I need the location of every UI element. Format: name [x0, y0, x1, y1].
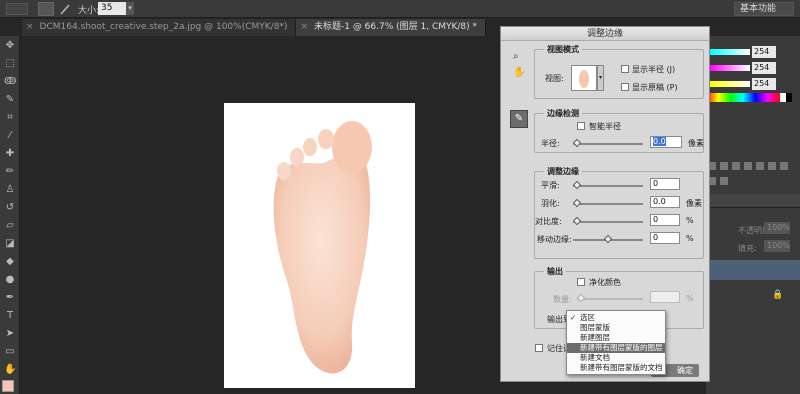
dodge-tool-icon[interactable]: ● [4, 274, 16, 286]
path-select-tool-icon[interactable]: ➤ [4, 328, 16, 340]
options-bar: 大小: 35 ▾ 基本功能 [0, 0, 800, 18]
history-brush-icon[interactable]: ↺ [4, 202, 16, 214]
output-to-dropdown-menu: ✓ 选区 图层蒙版 新建图层 新建带有图层蒙版的图层 新建文档 新建带有图层蒙版的… [566, 310, 666, 375]
smart-radius-label: 智能半径 [589, 122, 621, 131]
menu-item-new-layer[interactable]: 新建图层 [567, 333, 665, 343]
amount-label: 数量: [553, 295, 572, 304]
adjustment-icons[interactable] [706, 160, 800, 185]
output-title: 输出 [544, 266, 566, 277]
black-swatch[interactable] [786, 93, 792, 102]
checkmark-icon: ✓ [570, 313, 577, 322]
menu-item-new-document[interactable]: 新建文档 [567, 353, 665, 363]
lasso-tool-icon[interactable]: ↂ [4, 76, 16, 88]
feather-slider-track[interactable] [573, 203, 643, 205]
amount-unit: % [686, 294, 694, 303]
contrast-slider-track[interactable] [573, 221, 643, 223]
stamp-tool-icon[interactable]: ♙ [4, 184, 16, 196]
radius-label: 半径: [541, 139, 560, 148]
eraser-tool-icon[interactable]: ▱ [4, 220, 16, 232]
contrast-label: 对比度: [535, 217, 562, 226]
decontaminate-checkbox[interactable] [577, 278, 585, 286]
quick-select-tool-icon[interactable]: ✎ [4, 94, 16, 106]
contrast-unit: % [686, 216, 694, 225]
document-tabs: × DCM164.shoot_creative.step_2a.jpg @ 100… [22, 19, 487, 36]
hand-icon[interactable]: ✋ [513, 67, 525, 79]
layer-row-selected[interactable] [706, 260, 800, 280]
chevron-down-icon[interactable]: ▾ [597, 65, 604, 91]
eyedropper-tool-icon[interactable]: ⁄ [4, 130, 16, 142]
size-label: 大小: [78, 6, 100, 16]
smart-radius-checkbox[interactable] [577, 122, 585, 130]
close-icon[interactable]: × [26, 22, 34, 32]
smooth-slider-track[interactable] [573, 185, 643, 187]
adjust-edge-title: 调整边缘 [544, 166, 582, 177]
size-input[interactable]: 35 [98, 2, 126, 15]
erase-refinement-icon[interactable] [58, 2, 72, 16]
feather-input[interactable]: 0.0 [650, 196, 680, 208]
foreground-color-swatch[interactable] [2, 380, 14, 392]
show-radius-label: 显示半径 (J) [632, 65, 676, 74]
close-icon[interactable]: × [300, 22, 308, 32]
tab-dcm164[interactable]: × DCM164.shoot_creative.step_2a.jpg @ 100… [22, 19, 297, 36]
opacity-input[interactable]: 100% [764, 222, 790, 234]
brush-tool-icon[interactable]: ✏ [4, 166, 16, 178]
view-mode-title: 视图模式 [544, 44, 582, 55]
smooth-input[interactable]: 0 [650, 178, 680, 190]
move-tool-icon[interactable]: ✥ [4, 40, 16, 52]
show-original-checkbox[interactable] [621, 83, 629, 91]
shift-edge-input[interactable]: 0 [650, 232, 680, 244]
tool-preset-picker[interactable] [6, 3, 28, 15]
feather-unit: 像素 [686, 199, 702, 208]
document-canvas[interactable] [224, 103, 415, 388]
remember-settings-checkbox[interactable] [535, 344, 543, 352]
color-slider-m[interactable]: 254 [706, 62, 800, 74]
fill-input[interactable]: 100% [764, 240, 790, 252]
blur-tool-icon[interactable]: ◆ [4, 256, 16, 268]
menu-item-layer-mask[interactable]: 图层蒙版 [567, 323, 665, 333]
radius-input[interactable]: 0.0 [650, 136, 682, 148]
lock-icon: 🔒 [772, 290, 784, 300]
tools-panel: ✥ ⬚ ↂ ✎ ⌗ ⁄ ✚ ✏ ♙ ↺ ▱ ◪ ◆ ● ✒ T ➤ ▭ ✋ ⌕ [0, 36, 20, 394]
marquee-tool-icon[interactable]: ⬚ [4, 58, 16, 70]
healing-tool-icon[interactable]: ✚ [4, 148, 16, 160]
edge-detection-title: 边缘检测 [544, 108, 582, 119]
brush-tool-icon[interactable] [38, 2, 54, 16]
layers-panel-header [706, 194, 800, 208]
shift-edge-label: 移动边缘: [537, 235, 572, 244]
decontaminate-label: 净化颜色 [589, 278, 621, 287]
fill-label: 填充: [738, 244, 757, 253]
show-radius-checkbox[interactable] [621, 65, 629, 73]
shift-edge-unit: % [686, 234, 694, 243]
zoom-icon[interactable]: ⌕ [513, 51, 525, 63]
radius-slider-track[interactable] [573, 143, 643, 145]
radius-unit: 像素 [688, 139, 704, 148]
size-dropdown-icon[interactable]: ▾ [126, 2, 134, 15]
shape-tool-icon[interactable]: ▭ [4, 346, 16, 358]
view-thumbnail[interactable] [571, 65, 597, 91]
contrast-input[interactable]: 0 [650, 214, 680, 226]
smooth-label: 平滑: [541, 181, 560, 190]
menu-item-new-layer-with-mask[interactable]: 新建带有图层蒙版的图层 [567, 343, 665, 353]
refine-radius-brush-button[interactable]: ✎ [510, 110, 528, 128]
color-spectrum[interactable] [706, 93, 780, 102]
foot-image [273, 121, 372, 374]
dialog-title: 调整边缘 [501, 27, 709, 41]
feather-label: 羽化: [541, 199, 560, 208]
color-slider-y[interactable]: 254 [706, 78, 800, 90]
amount-input[interactable] [650, 291, 680, 303]
pen-tool-icon[interactable]: ✒ [4, 292, 16, 304]
menu-item-new-document-with-mask[interactable]: 新建带有图层蒙版的文档 [567, 363, 665, 373]
workspace-switcher[interactable]: 基本功能 [734, 2, 794, 16]
menu-item-selection[interactable]: ✓ 选区 [567, 313, 665, 323]
show-original-label: 显示原稿 (P) [632, 83, 678, 92]
type-tool-icon[interactable]: T [4, 310, 16, 322]
hand-tool-icon[interactable]: ✋ [4, 364, 16, 376]
tab-untitled-1[interactable]: × 未标题-1 @ 66.7% (图层 1, CMYK/8) * [296, 19, 487, 36]
amount-slider-track[interactable] [577, 298, 643, 300]
crop-tool-icon[interactable]: ⌗ [4, 112, 16, 124]
view-label: 视图: [545, 74, 564, 83]
color-slider-c[interactable]: 254 [706, 46, 800, 58]
gradient-tool-icon[interactable]: ◪ [4, 238, 16, 250]
